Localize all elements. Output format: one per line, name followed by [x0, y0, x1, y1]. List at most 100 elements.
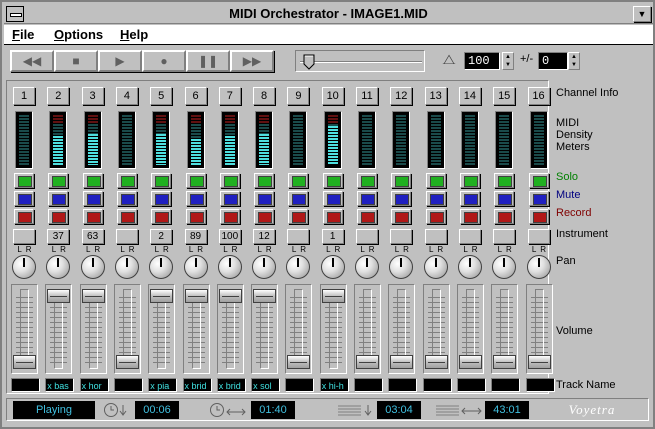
mute-button[interactable]	[48, 191, 69, 206]
record-button[interactable]	[82, 209, 103, 224]
fader-cap[interactable]	[81, 289, 105, 303]
fader-cap[interactable]	[527, 355, 551, 369]
fader-cap[interactable]	[424, 355, 448, 369]
mute-button[interactable]	[219, 191, 240, 206]
record-button[interactable]	[322, 209, 343, 224]
maximize-button[interactable]: ▼	[633, 6, 651, 22]
fader-cap[interactable]	[458, 355, 482, 369]
channel-info-button[interactable]: 8	[253, 87, 276, 105]
fader-cap[interactable]	[390, 355, 414, 369]
fader-cap[interactable]	[321, 289, 345, 303]
instrument-button[interactable]	[356, 229, 378, 244]
record-button[interactable]	[48, 209, 69, 224]
track-name-field[interactable]	[113, 378, 143, 392]
instrument-button[interactable]	[115, 229, 138, 244]
volume-fader[interactable]	[456, 284, 484, 374]
play-button[interactable]: ▶	[98, 50, 142, 72]
instrument-button[interactable]: 12	[253, 229, 276, 244]
solo-button[interactable]	[425, 173, 446, 188]
mute-button[interactable]	[185, 191, 206, 206]
song-position-slider[interactable]	[295, 50, 425, 72]
channel-info-button[interactable]: 13	[424, 87, 447, 105]
volume-fader[interactable]	[354, 284, 381, 374]
solo-button[interactable]	[494, 173, 515, 188]
record-button[interactable]	[425, 209, 446, 224]
channel-info-button[interactable]: 14	[458, 87, 481, 105]
volume-fader[interactable]	[45, 284, 73, 374]
pan-knob[interactable]	[12, 255, 36, 279]
record-button[interactable]	[494, 209, 515, 224]
channel-info-button[interactable]: 1	[13, 87, 35, 105]
menu-file[interactable]: File	[12, 27, 34, 42]
channel-info-button[interactable]: 5	[150, 87, 173, 105]
mute-button[interactable]	[357, 191, 377, 206]
mute-button[interactable]	[425, 191, 446, 206]
solo-button[interactable]	[48, 173, 69, 188]
mute-button[interactable]	[116, 191, 137, 206]
position-thumb[interactable]	[303, 54, 315, 70]
rewind-button[interactable]: ◀◀	[10, 50, 54, 72]
track-name-field[interactable]	[422, 378, 452, 392]
instrument-button[interactable]: 100	[218, 229, 241, 244]
pause-button[interactable]: ❚❚	[186, 50, 230, 72]
channel-info-button[interactable]: 10	[321, 87, 344, 105]
mute-button[interactable]	[288, 191, 309, 206]
instrument-button[interactable]	[493, 229, 516, 244]
volume-fader[interactable]	[388, 284, 416, 374]
record-button[interactable]	[219, 209, 240, 224]
pan-knob[interactable]	[217, 255, 242, 279]
mute-button[interactable]	[151, 191, 172, 206]
channel-info-button[interactable]: 2	[47, 87, 70, 105]
volume-fader[interactable]	[491, 284, 519, 374]
volume-fader[interactable]	[319, 284, 347, 374]
instrument-button[interactable]	[390, 229, 413, 244]
solo-button[interactable]	[288, 173, 309, 188]
tempo-field[interactable]: 100	[464, 52, 500, 70]
track-name-field[interactable]: x brid	[182, 378, 212, 392]
pan-knob[interactable]	[252, 255, 277, 279]
instrument-button[interactable]: 37	[47, 229, 70, 244]
menu-help[interactable]: Help	[120, 27, 148, 42]
track-name-field[interactable]	[456, 378, 486, 392]
pan-knob[interactable]	[526, 255, 551, 279]
solo-button[interactable]	[151, 173, 172, 188]
menu-options[interactable]: Options	[54, 27, 103, 42]
channel-info-button[interactable]: 4	[115, 87, 138, 105]
fader-cap[interactable]	[218, 289, 242, 303]
channel-info-button[interactable]: 11	[356, 87, 378, 105]
tempo-spinner[interactable]: ▲ ▼	[502, 52, 514, 70]
instrument-button[interactable]: 63	[81, 229, 104, 244]
record-button[interactable]	[151, 209, 172, 224]
transpose-field[interactable]: 0	[538, 52, 568, 70]
instrument-button[interactable]	[458, 229, 481, 244]
instrument-button[interactable]	[424, 229, 447, 244]
solo-button[interactable]	[82, 173, 103, 188]
instrument-button[interactable]: 2	[150, 229, 173, 244]
pan-knob[interactable]	[149, 255, 174, 279]
record-button[interactable]	[459, 209, 480, 224]
track-name-field[interactable]: x hor	[79, 378, 109, 392]
channel-info-button[interactable]: 12	[390, 87, 413, 105]
solo-button[interactable]	[528, 173, 549, 188]
volume-fader[interactable]	[11, 284, 38, 374]
channel-info-button[interactable]: 15	[493, 87, 516, 105]
solo-button[interactable]	[322, 173, 343, 188]
channel-info-button[interactable]: 16	[527, 87, 550, 105]
mute-button[interactable]	[459, 191, 480, 206]
fader-cap[interactable]	[47, 289, 71, 303]
fader-cap[interactable]	[13, 355, 36, 369]
fader-cap[interactable]	[115, 355, 139, 369]
pan-knob[interactable]	[114, 255, 139, 279]
instrument-button[interactable]: 89	[184, 229, 207, 244]
metronome-icon[interactable]: ⧍	[440, 51, 458, 71]
fader-cap[interactable]	[356, 355, 379, 369]
mute-button[interactable]	[322, 191, 343, 206]
volume-fader[interactable]	[525, 284, 553, 374]
solo-button[interactable]	[116, 173, 137, 188]
volume-fader[interactable]	[79, 284, 107, 374]
spin-down-icon[interactable]: ▼	[569, 61, 579, 69]
mute-button[interactable]	[14, 191, 34, 206]
record-button[interactable]	[254, 209, 275, 224]
record-button[interactable]	[185, 209, 206, 224]
record-button[interactable]	[391, 209, 412, 224]
